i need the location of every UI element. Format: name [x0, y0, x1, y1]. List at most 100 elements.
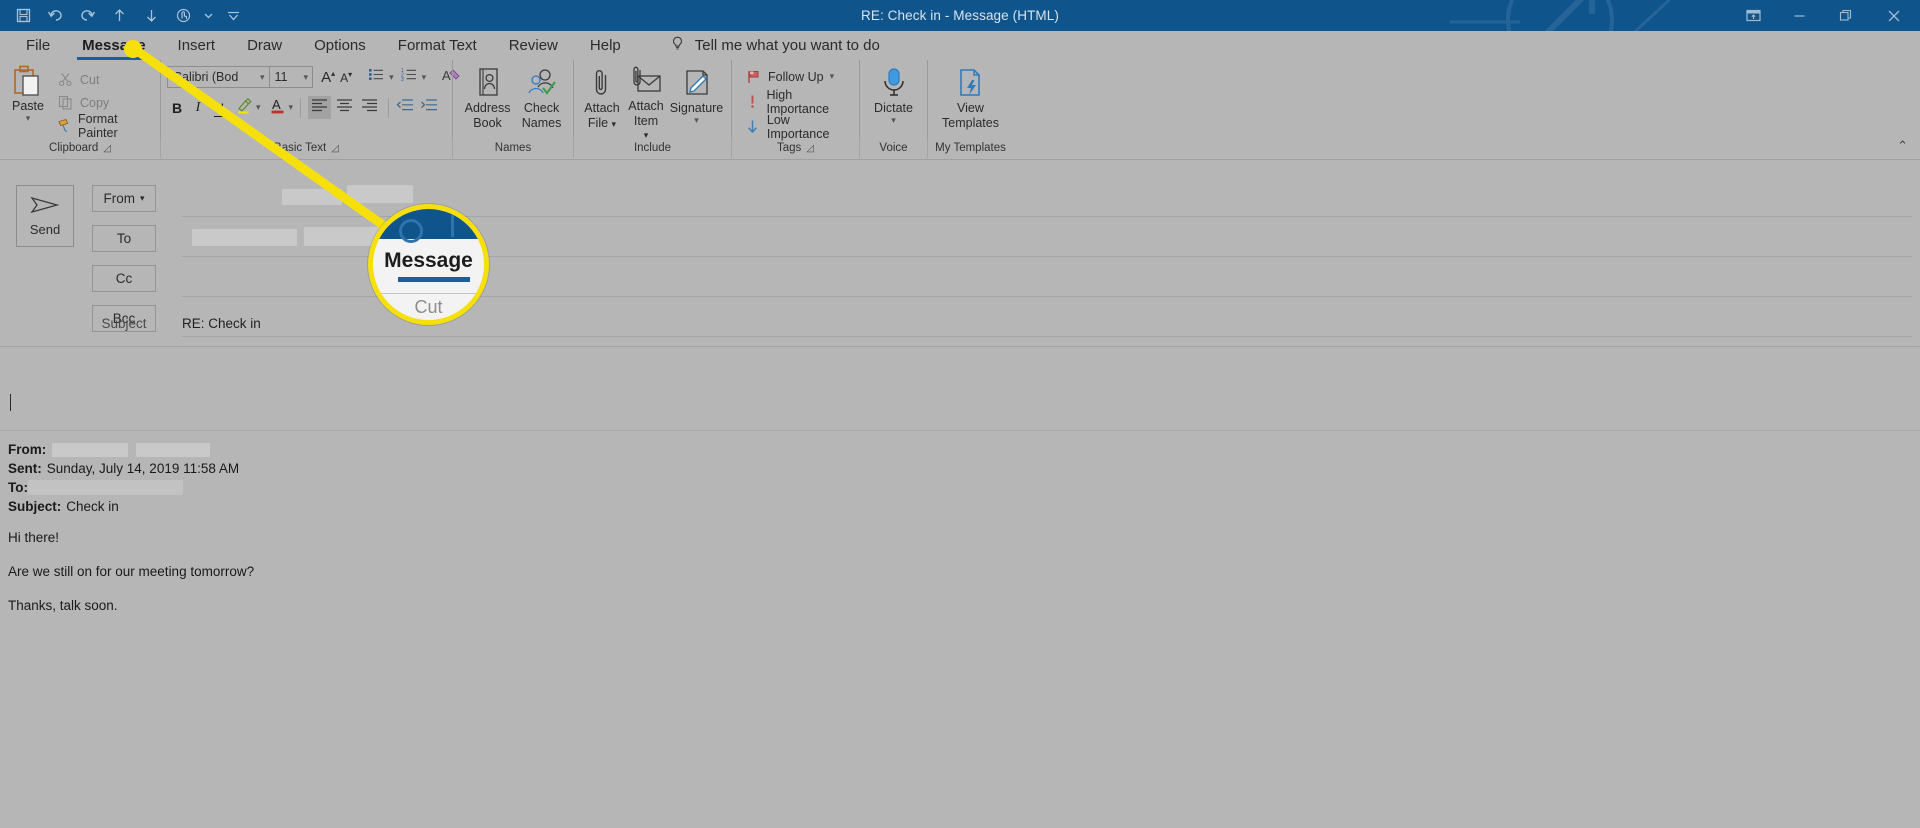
collapse-ribbon-button[interactable]: ⌃ [1897, 138, 1908, 154]
follow-up-caret-icon[interactable]: ▾ [830, 71, 835, 82]
quoted-to-redacted [28, 480, 183, 495]
follow-up-button[interactable]: Follow Up ▾ [742, 67, 853, 87]
paste-button[interactable]: Paste ▾ [6, 63, 50, 138]
low-importance-button[interactable]: Low Importance [742, 113, 853, 141]
attach-file-button[interactable]: Attach File ▾ [580, 63, 624, 138]
tab-options[interactable]: Options [298, 31, 382, 60]
magnified-cut-label: Cut [414, 297, 443, 317]
tags-dialog-launcher-icon[interactable]: ◿ [806, 143, 814, 154]
dictate-caret-icon[interactable]: ▾ [891, 116, 896, 125]
paste-caret-icon[interactable]: ▾ [26, 114, 31, 123]
next-item-icon[interactable] [136, 3, 166, 29]
ribbon: Paste ▾ Cut Copy Format Painter Calibri … [0, 60, 1920, 162]
save-icon[interactable] [8, 3, 38, 29]
customize-quick-access-toolbar-icon[interactable] [218, 3, 248, 29]
address-book-button[interactable]: Address Book [459, 63, 516, 138]
quoted-message-header: From: Sent: Sunday, July 14, 2019 11:58 … [8, 440, 239, 516]
my-templates-label-text: My Templates [935, 142, 1006, 154]
align-left-button[interactable] [308, 96, 332, 119]
tab-file[interactable]: File [10, 31, 66, 60]
touch-mode-caret-icon[interactable] [200, 3, 216, 29]
check-names-button[interactable]: Check Names [516, 63, 567, 138]
group-label-names: Names [452, 138, 573, 158]
highlight-caret-icon[interactable]: ▾ [256, 102, 261, 113]
group-label-include: Include [573, 138, 731, 158]
increase-indent-button[interactable] [420, 98, 438, 117]
shrink-font-icon[interactable]: A▾ [338, 70, 354, 85]
font-size-caret-icon[interactable]: ▾ [300, 72, 313, 83]
quoted-to-line: To: [8, 478, 239, 497]
check-names-label-line2: Names [521, 116, 562, 130]
underline-button[interactable]: U [209, 99, 229, 117]
numbering-icon[interactable]: 123 [401, 67, 418, 87]
high-importance-button[interactable]: High Importance [742, 88, 853, 116]
grow-font-icon[interactable]: A▴ [319, 69, 337, 86]
minimize-button[interactable] [1776, 0, 1822, 31]
cc-button[interactable]: Cc [92, 265, 156, 292]
quoted-to-label: To: [8, 480, 28, 495]
font-name-input[interactable]: Calibri (Bod [168, 70, 256, 84]
subject-input[interactable]: RE: Check in [182, 316, 261, 331]
restore-button[interactable] [1822, 0, 1868, 31]
send-label: Send [29, 222, 61, 237]
tab-review[interactable]: Review [493, 31, 574, 60]
subject-label: Subject [101, 315, 147, 331]
tab-help[interactable]: Help [574, 31, 637, 60]
cut-button[interactable]: Cut [54, 70, 154, 90]
redo-icon[interactable] [72, 3, 102, 29]
tell-me-search[interactable]: Tell me what you want to do [637, 31, 880, 60]
previous-item-icon[interactable] [104, 3, 134, 29]
touch-mode-icon[interactable] [168, 3, 198, 29]
font-name-caret-icon[interactable]: ▾ [256, 72, 269, 83]
italic-button[interactable]: I [189, 100, 207, 116]
align-center-button[interactable] [333, 96, 356, 119]
to-button[interactable]: To [92, 225, 156, 252]
window-controls[interactable] [1730, 0, 1920, 31]
copy-button[interactable]: Copy [54, 93, 154, 113]
signature-label: Signature [669, 101, 724, 115]
quoted-sent-label: Sent: [8, 461, 42, 476]
attach-file-caret-icon[interactable]: ▾ [612, 119, 617, 129]
quoted-message-text: Hi there! Are we still on for our meetin… [8, 530, 254, 632]
font-color-icon[interactable]: A [269, 97, 287, 119]
tab-insert[interactable]: Insert [162, 31, 232, 60]
ribbon-display-options-button[interactable] [1730, 0, 1776, 31]
underline-label: U [213, 99, 225, 117]
close-button[interactable] [1868, 0, 1920, 31]
tab-message[interactable]: Message [66, 31, 161, 60]
numbering-caret-icon[interactable]: ▾ [422, 72, 427, 83]
undo-icon[interactable] [40, 3, 70, 29]
bold-button[interactable]: B [167, 100, 187, 116]
from-caret-icon[interactable]: ▾ [140, 193, 145, 204]
from-button[interactable]: From ▾ [92, 185, 156, 212]
quoted-from-redacted-1 [52, 442, 129, 457]
attach-file-line2-text: File [587, 116, 609, 130]
clipboard-dialog-launcher-icon[interactable]: ◿ [103, 143, 111, 154]
magnified-arrow-icon [451, 215, 454, 237]
signature-caret-icon[interactable]: ▾ [694, 116, 699, 125]
ribbon-group-basic-text: Calibri (Bod ▾ 11 ▾ A▴ A▾ ▾ 1 2 3 ▾ A B … [160, 60, 460, 138]
font-size-input[interactable]: 11 [270, 70, 300, 84]
subject-row[interactable]: Subject RE: Check in [92, 312, 261, 334]
callout-origin-dot [124, 40, 142, 58]
view-templates-button[interactable]: View Templates [936, 63, 1005, 138]
format-painter-button[interactable]: Format Painter [54, 112, 154, 140]
attach-item-button[interactable]: Attach Item ▾ [624, 63, 668, 140]
dictate-button[interactable]: Dictate ▾ [868, 63, 919, 138]
ribbon-tab-bar[interactable]: File Message Insert Draw Options Format … [0, 31, 1920, 60]
basic-text-dialog-launcher-icon[interactable]: ◿ [331, 143, 339, 154]
message-body-area[interactable]: From: Sent: Sunday, July 14, 2019 11:58 … [0, 370, 1920, 828]
text-highlight-color-icon[interactable] [236, 97, 254, 119]
align-right-button[interactable] [358, 96, 381, 119]
tab-format-text[interactable]: Format Text [382, 31, 493, 60]
bullets-icon[interactable] [368, 67, 385, 87]
send-button[interactable]: Send [16, 185, 74, 247]
magnified-active-tab-underline [398, 277, 470, 282]
tab-draw[interactable]: Draw [231, 31, 298, 60]
bullets-caret-icon[interactable]: ▾ [389, 72, 394, 83]
quick-access-toolbar[interactable] [8, 0, 248, 31]
decrease-indent-button[interactable] [396, 98, 414, 117]
signature-button[interactable]: Signature ▾ [668, 63, 725, 138]
font-color-caret-icon[interactable]: ▾ [289, 102, 294, 113]
text-cursor [10, 394, 11, 411]
